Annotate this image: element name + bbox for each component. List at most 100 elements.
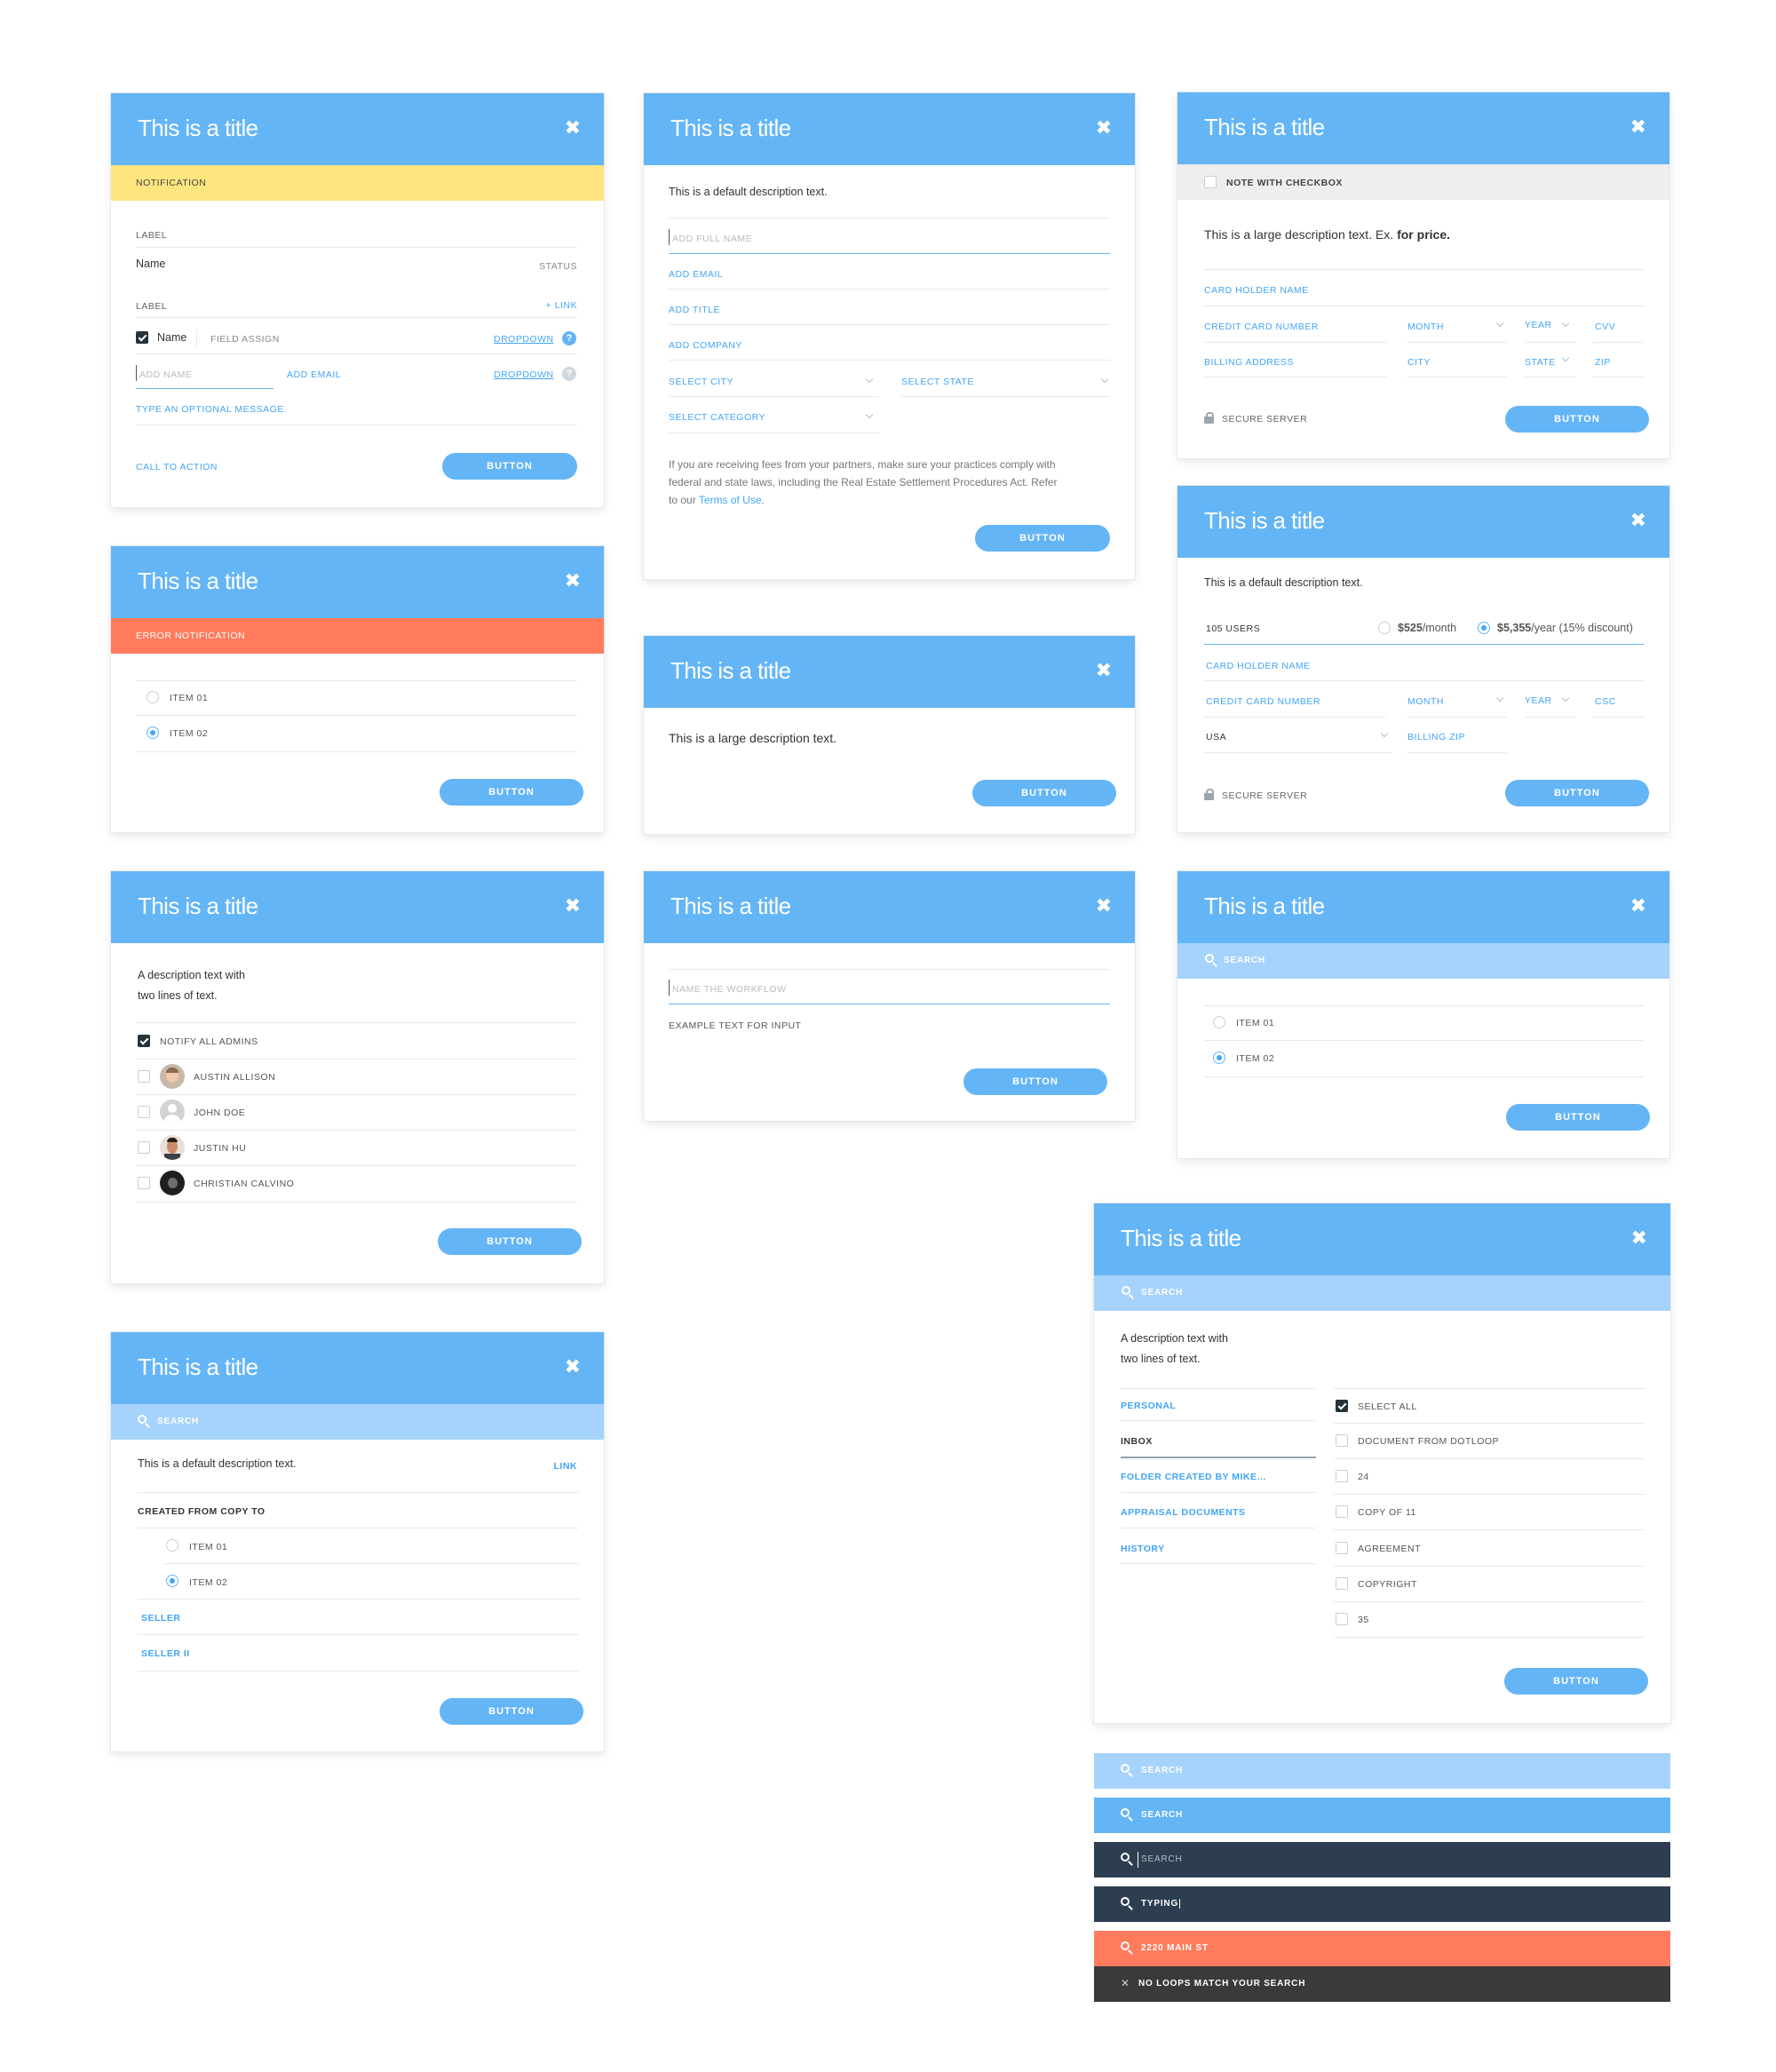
note-checkbox[interactable] (1204, 176, 1217, 188)
email-input[interactable]: ADD EMAIL (669, 269, 723, 280)
search-input[interactable]: SEARCH (1141, 1810, 1183, 1820)
document-checkbox[interactable] (1336, 1542, 1348, 1554)
city-input[interactable]: CITY (1407, 357, 1431, 368)
search-input[interactable]: SEARCH (157, 1417, 199, 1426)
folder-personal[interactable]: PERSONAL (1121, 1401, 1176, 1411)
search-input[interactable]: SEARCH (1224, 956, 1265, 965)
select-all-checkbox[interactable] (1336, 1400, 1348, 1412)
search-input[interactable]: TYPING (1141, 1899, 1181, 1909)
search-bar-dark-focused[interactable]: SEARCH (1094, 1842, 1670, 1878)
primary-button[interactable]: BUTTON (438, 1228, 582, 1255)
search-bar[interactable]: SEARCH (1177, 943, 1669, 979)
primary-button[interactable]: BUTTON (1505, 406, 1649, 433)
category-select[interactable]: SELECT CATEGORY (669, 412, 765, 423)
radio-item-02[interactable] (147, 726, 159, 739)
primary-button[interactable]: BUTTON (440, 779, 583, 806)
document-checkbox[interactable] (1336, 1470, 1348, 1482)
zip-input[interactable]: ZIP (1595, 357, 1611, 368)
search-input[interactable]: SEARCH (1141, 1854, 1182, 1864)
radio-item-02[interactable] (166, 1575, 178, 1587)
search-bar[interactable]: SEARCH (1094, 1275, 1670, 1311)
person-checkbox[interactable] (138, 1177, 150, 1189)
primary-button[interactable]: BUTTON (963, 1068, 1107, 1095)
document-checkbox[interactable] (1336, 1613, 1348, 1625)
radio-yearly[interactable] (1478, 622, 1490, 634)
card-holder-input[interactable]: CARD HOLDER NAME (1204, 285, 1309, 296)
primary-button[interactable]: BUTTON (442, 453, 577, 480)
help-icon[interactable]: ? (562, 367, 576, 381)
search-bar-dark-typing[interactable]: TYPING (1094, 1886, 1670, 1922)
notify-admins-checkbox[interactable] (138, 1035, 150, 1047)
company-input[interactable]: ADD COMPANY (669, 340, 742, 351)
terms-link[interactable]: Terms of Use (699, 494, 762, 506)
add-name-input[interactable]: ADD NAME (139, 369, 192, 380)
primary-button[interactable]: BUTTON (972, 780, 1116, 806)
person-checkbox[interactable] (138, 1141, 150, 1154)
primary-button[interactable]: BUTTON (1504, 1668, 1648, 1695)
close-icon[interactable]: ✖ (1630, 117, 1646, 137)
city-select[interactable]: SELECT CITY (669, 377, 733, 387)
card-number-input[interactable]: CREDIT CARD NUMBER (1206, 696, 1320, 707)
person-checkbox[interactable] (138, 1070, 150, 1083)
state-select[interactable]: SELECT STATE (901, 377, 974, 387)
help-icon[interactable]: ? (562, 331, 576, 345)
search-input[interactable]: SEARCH (1141, 1288, 1183, 1298)
close-icon[interactable]: ✖ (1096, 896, 1112, 916)
billing-address-input[interactable]: BILLING ADDRESS (1204, 357, 1294, 368)
search-input[interactable]: 2220 MAIN ST (1141, 1943, 1209, 1953)
radio-monthly[interactable] (1378, 622, 1391, 634)
optional-message-input[interactable]: TYPE AN OPTIONAL MESSAGE (136, 404, 284, 415)
close-icon[interactable]: ✖ (565, 896, 581, 916)
csc-input[interactable]: CSC (1595, 696, 1616, 707)
folder-created-by-mike[interactable]: FOLDER CREATED BY MIKE... (1121, 1472, 1266, 1482)
document-checkbox[interactable] (1336, 1577, 1348, 1590)
month-select[interactable]: MONTH (1407, 322, 1444, 332)
seller-ii-link[interactable]: SELLER II (141, 1648, 190, 1659)
search-bar-blue[interactable]: SEARCH (1094, 1798, 1670, 1833)
country-select[interactable]: USA (1206, 732, 1226, 742)
radio-item-01[interactable] (166, 1539, 178, 1552)
close-icon[interactable]: ✖ (1096, 118, 1112, 138)
folder-appraisal[interactable]: APPRAISAL DOCUMENTS (1121, 1507, 1246, 1518)
close-icon[interactable]: ✖ (1096, 661, 1112, 680)
primary-button[interactable]: BUTTON (1506, 1104, 1650, 1131)
add-email-input[interactable]: ADD EMAIL (287, 369, 341, 380)
dropdown-link[interactable]: DROPDOWN (494, 334, 554, 345)
close-icon[interactable]: ✕ (1121, 1977, 1130, 1989)
radio-item-01[interactable] (147, 691, 159, 703)
link[interactable]: LINK (554, 1461, 578, 1472)
search-bar[interactable]: SEARCH (111, 1404, 604, 1440)
state-select[interactable]: STATE (1525, 357, 1556, 368)
folder-inbox[interactable]: INBOX (1121, 1436, 1153, 1447)
cvv-input[interactable]: CVV (1595, 322, 1615, 332)
radio-item-02[interactable] (1213, 1052, 1225, 1064)
year-select[interactable]: YEAR (1525, 320, 1552, 330)
close-icon[interactable]: ✖ (1630, 511, 1646, 530)
title-input[interactable]: ADD TITLE (669, 305, 720, 315)
close-icon[interactable]: ✖ (565, 1357, 581, 1377)
call-to-action-link[interactable]: CALL TO ACTION (136, 462, 218, 472)
month-select[interactable]: MONTH (1407, 696, 1444, 707)
workflow-name-input[interactable]: NAME THE WORKFLOW (672, 984, 786, 995)
card-holder-input[interactable]: CARD HOLDER NAME (1206, 661, 1311, 671)
search-input[interactable]: SEARCH (1141, 1766, 1183, 1775)
document-checkbox[interactable] (1336, 1505, 1348, 1518)
card-number-input[interactable]: CREDIT CARD NUMBER (1204, 322, 1319, 332)
full-name-input[interactable]: ADD FULL NAME (672, 234, 752, 244)
close-icon[interactable]: ✖ (565, 571, 581, 591)
folder-history[interactable]: HISTORY (1121, 1544, 1165, 1554)
primary-button[interactable]: BUTTON (975, 525, 1110, 552)
document-checkbox[interactable] (1336, 1434, 1348, 1447)
billing-zip-input[interactable]: BILLING ZIP (1407, 732, 1465, 742)
person-checkbox[interactable] (138, 1106, 150, 1118)
primary-button[interactable]: BUTTON (440, 1698, 583, 1725)
name-checkbox[interactable] (136, 331, 148, 344)
dropdown-link[interactable]: DROPDOWN (494, 369, 554, 380)
close-icon[interactable]: ✖ (565, 118, 581, 138)
radio-item-01[interactable] (1213, 1016, 1225, 1028)
add-link[interactable]: + LINK (546, 300, 577, 311)
primary-button[interactable]: BUTTON (1505, 780, 1649, 806)
seller-link[interactable]: SELLER (141, 1613, 180, 1623)
close-icon[interactable]: ✖ (1631, 1228, 1647, 1248)
close-icon[interactable]: ✖ (1630, 896, 1646, 916)
